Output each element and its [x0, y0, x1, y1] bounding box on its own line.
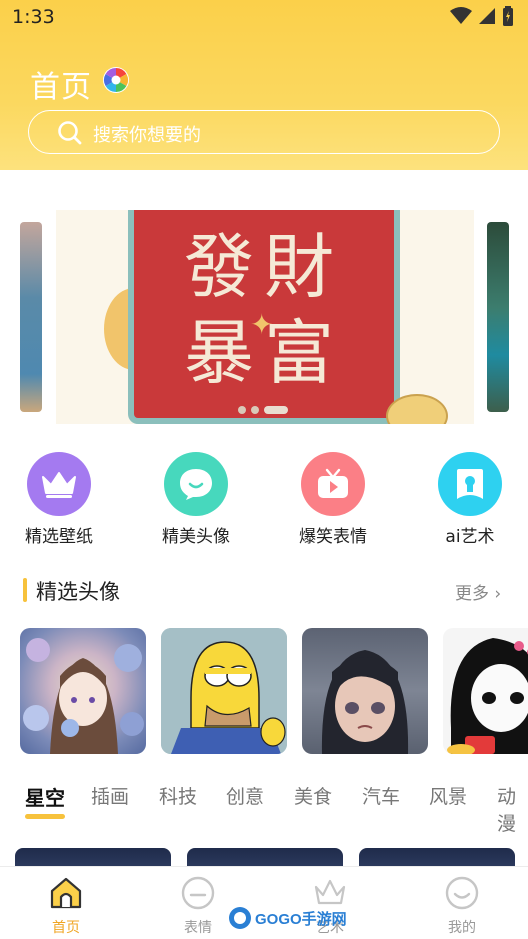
- banner-text-line1: 發財: [184, 226, 344, 308]
- smile-bubble-icon: [164, 452, 228, 516]
- tab-meishi[interactable]: 美食: [294, 782, 332, 809]
- section-title: 精选头像: [36, 580, 120, 604]
- tab-keji[interactable]: 科技: [159, 782, 197, 809]
- tv-play-icon: [301, 452, 365, 516]
- watermark-icon: [229, 907, 251, 929]
- avatar-thumbnail[interactable]: [302, 628, 428, 754]
- crown-icon: [27, 452, 91, 516]
- category-tabs: 星空 插画 科技 创意 美食 汽车 风景 动漫: [0, 780, 528, 835]
- watermark-logo: GOGO手游网: [228, 904, 347, 932]
- crying-anime-illustration: [321, 650, 409, 754]
- carousel-indicator: [238, 406, 288, 414]
- featured-avatars-header: 精选头像 更多 ›: [0, 574, 528, 606]
- more-link[interactable]: 更多 ›: [455, 579, 501, 604]
- homer-illustration: [161, 628, 287, 754]
- status-bar: 1:33: [0, 0, 528, 36]
- home-icon: [50, 877, 82, 909]
- carousel-dot: [238, 406, 246, 414]
- wallpaper-card[interactable]: [187, 848, 343, 868]
- ai-face-icon: [438, 452, 502, 516]
- tab-active-indicator: [25, 814, 65, 819]
- sparkle-icon: ✦: [250, 308, 274, 341]
- banner-prev-slide[interactable]: [20, 222, 42, 412]
- app-screen: 1:33 首页 搜索你想要的 發財 暴富 ✦ 精选壁纸 精美头像 爆笑表情 ai…: [0, 0, 528, 939]
- watermark-text: GOGO手游网: [255, 910, 347, 928]
- tab-chuangyi[interactable]: 创意: [226, 782, 264, 809]
- header: 1:33 首页 搜索你想要的: [0, 0, 528, 170]
- girl-flowers-illustration: [23, 638, 144, 754]
- status-icons: [450, 6, 514, 26]
- category-wallpaper[interactable]: 精选壁纸: [0, 452, 119, 547]
- nav-label: 首页: [52, 920, 80, 936]
- wifi-icon: [450, 7, 472, 24]
- banner-carousel[interactable]: 發財 暴富 ✦: [0, 210, 528, 424]
- avatar-thumbnail[interactable]: [161, 628, 287, 754]
- carousel-dot: [251, 406, 259, 414]
- category-label: 精选壁纸: [25, 527, 93, 547]
- category-meme[interactable]: 爆笑表情: [273, 452, 393, 547]
- wallpaper-card[interactable]: [359, 848, 515, 868]
- carousel-dot-active: [264, 406, 288, 414]
- avatar-thumbnail[interactable]: [20, 628, 146, 754]
- nav-profile[interactable]: 我的: [402, 867, 522, 937]
- section-accent-bar: [23, 578, 27, 602]
- status-time: 1:33: [12, 6, 55, 28]
- nav-home[interactable]: 首页: [6, 867, 126, 937]
- signal-icon: [479, 8, 495, 24]
- app-logo-icon: [103, 67, 129, 93]
- banner-slide[interactable]: 發財 暴富 ✦: [56, 210, 474, 424]
- search-icon: [58, 121, 82, 145]
- emoji-icon: [181, 876, 215, 910]
- battery-icon: [503, 6, 513, 26]
- manga-girl-illustration: [447, 638, 528, 754]
- chevron-right-icon: ›: [494, 584, 502, 604]
- tab-dongman[interactable]: 动漫: [497, 782, 528, 836]
- nav-label: 我的: [448, 920, 476, 936]
- tab-xingkong[interactable]: 星空: [25, 782, 65, 811]
- category-label: 爆笑表情: [299, 527, 367, 547]
- tab-fengjing[interactable]: 风景: [429, 782, 467, 809]
- category-ai-art[interactable]: ai艺术: [410, 452, 528, 547]
- page-title: 首页: [30, 70, 92, 105]
- banner-next-slide[interactable]: [487, 222, 509, 412]
- category-label: ai艺术: [445, 527, 495, 547]
- category-avatar[interactable]: 精美头像: [136, 452, 256, 547]
- category-label: 精美头像: [162, 527, 230, 547]
- more-label: 更多: [455, 584, 489, 604]
- tab-chahua[interactable]: 插画: [91, 782, 129, 809]
- featured-avatar-list: [0, 628, 528, 756]
- profile-face-icon: [445, 876, 479, 910]
- avatar-thumbnail[interactable]: [443, 628, 528, 754]
- tab-qiche[interactable]: 汽车: [362, 782, 400, 809]
- category-shortcuts: 精选壁纸 精美头像 爆笑表情 ai艺术: [0, 452, 528, 552]
- search-input[interactable]: 搜索你想要的: [28, 110, 500, 154]
- search-placeholder: 搜索你想要的: [93, 125, 201, 146]
- wallpaper-card[interactable]: [15, 848, 171, 868]
